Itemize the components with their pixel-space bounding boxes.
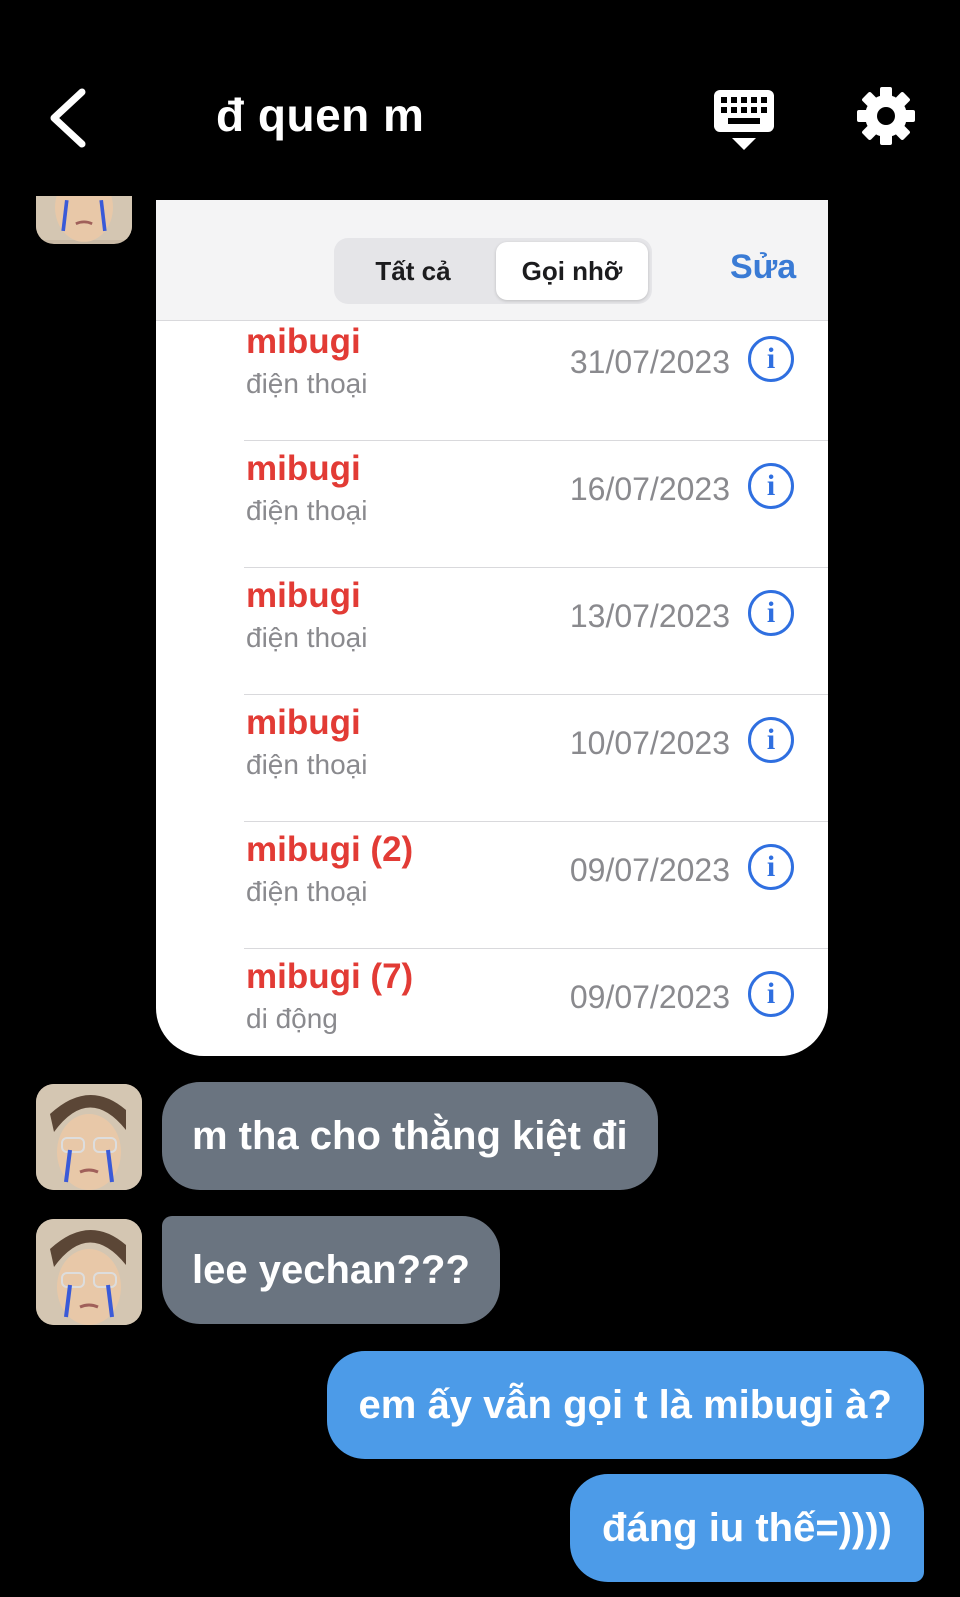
tab-missed-calls[interactable]: Gọi nhỡ	[496, 242, 648, 300]
call-row[interactable]: mibugi (2) điện thoại 09/07/2023 i	[156, 822, 828, 949]
info-icon[interactable]: i	[748, 844, 794, 890]
call-date: 09/07/2023	[569, 979, 730, 1015]
avatar-image	[36, 1219, 142, 1325]
call-log-toolbar: Tất cả Gọi nhỡ Sửa	[156, 200, 828, 321]
keyboard-icon	[714, 90, 774, 150]
call-date: 16/07/2023	[569, 471, 730, 507]
call-date: 31/07/2023	[569, 344, 730, 380]
caller-name: mibugi	[246, 576, 361, 615]
keyboard-button[interactable]	[712, 88, 778, 152]
chat-title: đ quen m	[216, 89, 425, 141]
call-log-screenshot[interactable]: Tất cả Gọi nhỡ Sửa mibugi điện thoại 31/…	[156, 200, 828, 1056]
call-row[interactable]: mibugi (7) di động 09/07/2023 i	[156, 949, 828, 1056]
call-type: di động	[246, 1003, 338, 1034]
call-row[interactable]: mibugi điện thoại 10/07/2023 i	[156, 695, 828, 822]
caller-name: mibugi (2)	[246, 830, 414, 869]
caller-name: mibugi (7)	[246, 957, 414, 996]
avatar-image	[36, 1084, 142, 1190]
call-date: 10/07/2023	[569, 725, 730, 761]
chevron-left-icon	[50, 88, 86, 148]
info-icon[interactable]: i	[748, 717, 794, 763]
caller-name: mibugi	[246, 322, 361, 361]
call-type: điện thoại	[246, 876, 368, 907]
contact-avatar[interactable]	[36, 1084, 142, 1190]
caller-name: mibugi	[246, 703, 361, 742]
back-button[interactable]	[44, 86, 94, 150]
chat-header: đ quen m	[0, 0, 960, 196]
incoming-message-bubble[interactable]: m tha cho thằng kiệt đi	[162, 1082, 658, 1190]
info-icon[interactable]: i	[748, 971, 794, 1017]
call-type: điện thoại	[246, 368, 368, 399]
outgoing-message-bubble[interactable]: đáng iu thế=))))	[570, 1474, 924, 1582]
call-type: điện thoại	[246, 495, 368, 526]
call-type: điện thoại	[246, 622, 368, 653]
caller-name: mibugi	[246, 449, 361, 488]
call-row[interactable]: mibugi điện thoại 16/07/2023 i	[156, 441, 828, 568]
call-filter-segmented-control: Tất cả Gọi nhỡ	[334, 238, 652, 304]
incoming-message-bubble[interactable]: lee yechan???	[162, 1216, 500, 1324]
contact-avatar[interactable]	[36, 1219, 142, 1325]
info-icon[interactable]: i	[748, 336, 794, 382]
info-icon[interactable]: i	[748, 463, 794, 509]
tab-all-calls[interactable]: Tất cả	[338, 242, 488, 300]
settings-button[interactable]	[856, 86, 916, 146]
outgoing-message-bubble[interactable]: em ấy vẫn gọi t là mibugi à?	[326, 1351, 924, 1459]
gear-icon	[857, 87, 915, 145]
edit-button[interactable]: Sửa	[730, 248, 796, 287]
info-icon[interactable]: i	[748, 590, 794, 636]
call-date: 13/07/2023	[569, 598, 730, 634]
call-row[interactable]: mibugi điện thoại 13/07/2023 i	[156, 568, 828, 695]
call-type: điện thoại	[246, 749, 368, 780]
call-row[interactable]: mibugi điện thoại 31/07/2023 i	[156, 314, 828, 441]
call-date: 09/07/2023	[569, 852, 730, 888]
